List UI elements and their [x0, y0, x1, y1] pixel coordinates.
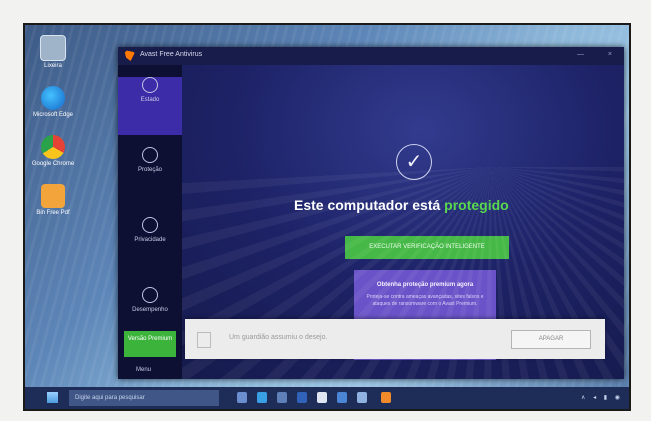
notification-message: Um guardião assumiu o desejo. — [229, 334, 328, 341]
store-icon[interactable] — [277, 392, 287, 403]
edge-taskbar-icon[interactable] — [257, 392, 267, 403]
desktop-icon-folder[interactable]: Bin Free Pdf — [31, 184, 75, 217]
desktop-icon-recycle-bin[interactable]: Lixeira — [31, 35, 75, 70]
taskbar-search-input[interactable]: Digite aqui para pesquisar — [69, 390, 219, 406]
desktop-icon-label: Microsoft Edge — [32, 112, 74, 118]
minimize-button[interactable]: — — [577, 51, 584, 58]
sidebar-item-label: Estado — [140, 97, 160, 103]
avast-taskbar-icon[interactable] — [381, 392, 391, 403]
notification-action-button[interactable]: APAGAR — [511, 330, 591, 349]
system-tray[interactable]: ∧ ◂ ▮ ◉ — [581, 394, 623, 401]
promo-title: Obtenha proteção premium agora — [376, 282, 474, 288]
desktop-icon-edge[interactable]: Microsoft Edge — [31, 86, 75, 119]
status-icon — [142, 77, 158, 93]
task-view-icon[interactable] — [237, 392, 247, 403]
taskbar: Digite aqui para pesquisar ∧ ◂ ▮ ◉ — [25, 387, 629, 409]
title-bar: Avast Free Antivirus — × — [118, 47, 624, 65]
sidebar-item-estado[interactable]: Estado — [118, 77, 182, 135]
promo-body: Proteja-se contra ameaças avançadas, sit… — [366, 294, 484, 307]
sidebar: Estado Proteção Privacidade Desempenho V… — [118, 65, 182, 379]
document-icon — [197, 332, 211, 348]
desktop-icons: Lixeira Microsoft Edge Google Chrome Bin… — [31, 35, 91, 233]
desktop-icon-label: Google Chrome — [31, 161, 75, 167]
close-button[interactable]: × — [608, 51, 612, 58]
notification-bar: Um guardião assumiu o desejo. APAGAR — [185, 319, 605, 359]
status-headline: Este computador está protegido — [294, 197, 544, 213]
smart-scan-button[interactable]: EXECUTAR VERIFICAÇÃO INTELIGENTE — [345, 236, 509, 259]
settings-icon[interactable] — [357, 392, 367, 403]
app-title: Avast Free Antivirus — [140, 51, 203, 58]
premium-version-button[interactable]: Versão Premium — [124, 331, 176, 357]
chrome-icon — [41, 135, 65, 159]
sidebar-item-privacidade[interactable]: Privacidade — [118, 217, 182, 275]
checkmark-icon: ✓ — [396, 144, 432, 180]
status-title: Este computador está — [294, 197, 441, 213]
monitor-screen: Lixeira Microsoft Edge Google Chrome Bin… — [25, 25, 629, 409]
mail-icon[interactable] — [297, 392, 307, 403]
status-ok: protegido — [444, 197, 509, 213]
recycle-bin-icon — [40, 35, 66, 61]
edge-icon — [41, 86, 65, 110]
sidebar-item-label: Desempenho — [132, 307, 168, 313]
folder-icon — [41, 184, 65, 208]
lock-icon — [142, 147, 158, 163]
camera-icon[interactable] — [317, 392, 327, 403]
gauge-icon — [142, 287, 158, 303]
menu-button[interactable]: Menu — [136, 367, 151, 373]
desktop-icon-label: Bin Free Pdf — [36, 210, 70, 216]
windows-start-icon[interactable] — [47, 392, 58, 403]
photos-icon[interactable] — [337, 392, 347, 403]
desktop-icon-chrome[interactable]: Google Chrome — [31, 135, 75, 168]
sidebar-item-label: Privacidade — [134, 237, 166, 243]
sidebar-item-label: Proteção — [137, 167, 162, 173]
avast-logo-icon — [124, 50, 135, 61]
sidebar-item-protecao[interactable]: Proteção — [118, 147, 182, 205]
desktop-icon-label: Lixeira — [44, 63, 62, 69]
fingerprint-icon — [142, 217, 158, 233]
